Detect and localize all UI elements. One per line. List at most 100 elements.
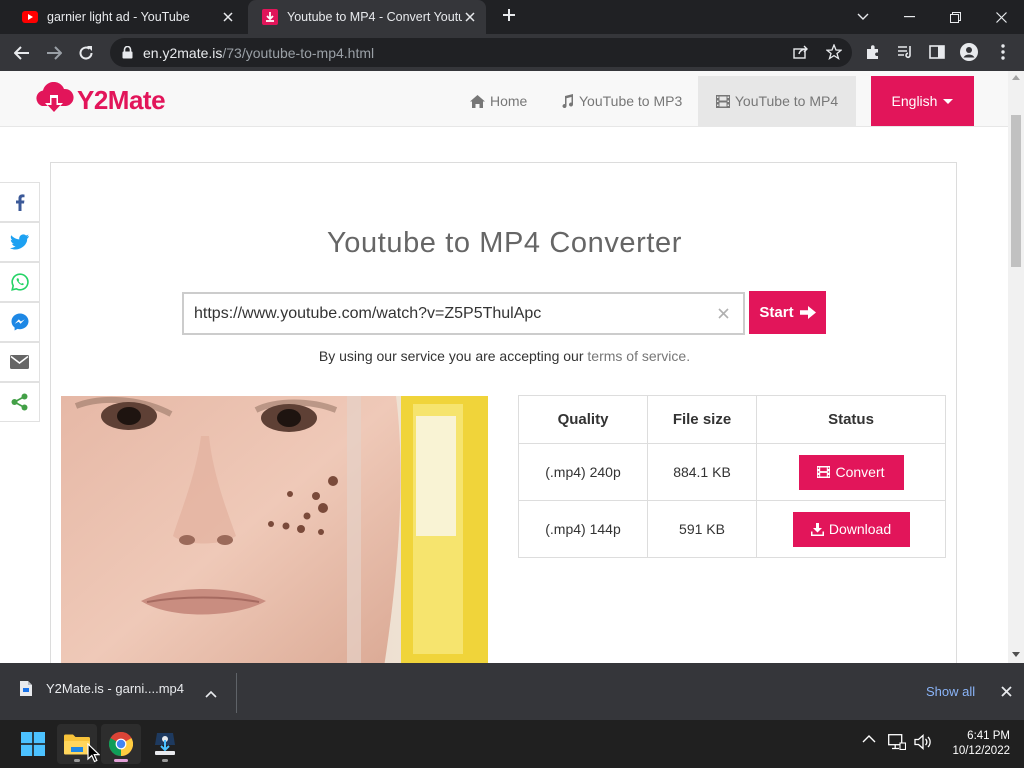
- bookmark-star-icon[interactable]: [825, 43, 843, 61]
- page-title: Youtube to MP4 Converter: [326, 227, 683, 259]
- twitter-share-button[interactable]: [0, 222, 40, 262]
- clock-date: 10/12/2022: [952, 745, 1010, 757]
- network-icon[interactable]: [888, 734, 906, 750]
- nav-home-label: Home: [490, 93, 528, 109]
- back-arrow-icon[interactable]: [8, 39, 36, 67]
- nav-mp3-label: YouTube to MP3: [579, 93, 683, 109]
- messenger-share-button[interactable]: [0, 302, 40, 342]
- clock-time: 6:41 PM: [967, 730, 1010, 742]
- scroll-up-arrow-icon[interactable]: [1012, 75, 1020, 80]
- profile-avatar-icon[interactable]: [960, 43, 978, 61]
- close-shelf-icon[interactable]: [998, 683, 1014, 699]
- column-header-status: Status: [756, 395, 946, 444]
- media-controls-icon[interactable]: [896, 43, 914, 61]
- whatsapp-share-button[interactable]: [0, 262, 40, 302]
- music-note-icon: [560, 94, 574, 108]
- installer-app-icon[interactable]: [145, 724, 185, 764]
- convert-label: Convert: [835, 464, 885, 480]
- forward-arrow-icon[interactable]: [40, 39, 68, 67]
- start-button[interactable]: Start: [749, 291, 826, 334]
- scroll-down-arrow-icon[interactable]: [1012, 652, 1020, 657]
- tab-title: Youtube to MP4 - Convert Youtu: [287, 10, 462, 24]
- terms-notice: By using our service you are accepting o…: [51, 348, 958, 364]
- arrow-right-icon: [799, 306, 816, 319]
- email-icon: [10, 355, 29, 369]
- file-icon: [20, 681, 32, 696]
- new-tab-button[interactable]: [498, 6, 520, 28]
- system-clock[interactable]: 6:41 PM 10/12/2022: [940, 729, 1010, 759]
- active-indicator: [114, 759, 128, 762]
- download-icon: [810, 522, 824, 536]
- url-text: en.y2mate.is/73/youtube-to-mp4.html: [143, 45, 374, 61]
- reload-icon[interactable]: [72, 39, 100, 67]
- shelf-divider: [236, 673, 237, 713]
- nav-youtube-to-mp4[interactable]: YouTube to MP4: [698, 76, 856, 126]
- volume-icon[interactable]: [914, 734, 932, 750]
- url-input-box[interactable]: [182, 292, 745, 335]
- file-size-cell: 884.1 KB: [647, 443, 757, 501]
- url-path: /73/youtube-to-mp4.html: [222, 44, 375, 61]
- mouse-cursor-icon: [87, 742, 101, 768]
- facebook-share-button[interactable]: [0, 182, 40, 222]
- start-label: Start: [759, 304, 794, 321]
- social-share-bar: [0, 182, 40, 422]
- scroll-thumb[interactable]: [1011, 115, 1021, 267]
- address-bar[interactable]: en.y2mate.is/73/youtube-to-mp4.html: [110, 38, 852, 67]
- caret-down-icon: [943, 98, 954, 104]
- site-logo[interactable]: Y2Mate: [33, 82, 166, 118]
- close-tab-icon[interactable]: [220, 9, 236, 25]
- download-options-chevron-icon[interactable]: [205, 685, 217, 703]
- youtube-favicon-icon: [22, 9, 38, 25]
- running-indicator: [74, 759, 80, 762]
- url-host: en.y2mate.is: [143, 44, 223, 61]
- facebook-icon: [15, 193, 24, 211]
- browser-menu-icon[interactable]: [994, 43, 1012, 61]
- clear-input-icon[interactable]: [718, 303, 729, 324]
- page-scrollbar[interactable]: [1008, 71, 1024, 663]
- share-page-icon[interactable]: [792, 43, 810, 61]
- messenger-icon: [11, 313, 28, 331]
- extensions-icon[interactable]: [864, 43, 882, 61]
- terms-text: By using our service you are accepting o…: [318, 348, 584, 364]
- downloads-shelf: Y2Mate.is - garni....mp4 Show all: [0, 663, 1024, 720]
- converter-panel: Youtube to MP4 Converter Start By using …: [50, 162, 957, 663]
- quality-cell: (.mp4) 240p: [518, 443, 648, 501]
- column-header-quality: Quality: [518, 395, 648, 444]
- windows-taskbar: 6:41 PM 10/12/2022: [0, 720, 1024, 768]
- video-thumbnail: [61, 396, 488, 663]
- download-label: Download: [828, 521, 892, 537]
- show-hidden-icons-chevron-icon[interactable]: [862, 734, 876, 743]
- tab-youtube[interactable]: garnier light ad - YouTube: [8, 0, 244, 34]
- table-header-row: Quality File size Status: [518, 395, 946, 444]
- home-icon: [470, 94, 485, 108]
- nav-youtube-to-mp3[interactable]: YouTube to MP3: [560, 76, 682, 126]
- convert-button[interactable]: Convert: [798, 454, 904, 490]
- tab-y2mate[interactable]: Youtube to MP4 - Convert Youtu: [248, 0, 486, 34]
- nav-home[interactable]: Home: [470, 76, 527, 126]
- restore-icon[interactable]: [932, 0, 978, 34]
- language-dropdown-button[interactable]: English: [871, 76, 974, 126]
- generic-share-button[interactable]: [0, 382, 40, 422]
- url-input[interactable]: [184, 294, 704, 333]
- site-navbar: Y2Mate Home YouTube to MP3 YouTube to MP…: [0, 71, 1008, 127]
- windows-start-icon[interactable]: [13, 724, 53, 764]
- close-tab-icon[interactable]: [462, 9, 478, 25]
- minimize-icon[interactable]: [886, 0, 932, 34]
- status-cell: Download: [756, 500, 946, 558]
- terms-of-service-link[interactable]: terms of service.: [587, 348, 690, 364]
- email-share-button[interactable]: [0, 342, 40, 382]
- chrome-icon[interactable]: [101, 724, 141, 764]
- language-label: English: [891, 93, 938, 109]
- lock-icon[interactable]: [122, 46, 133, 59]
- cloud-download-logo-icon: [36, 82, 74, 113]
- download-button[interactable]: Download: [792, 511, 910, 547]
- video-thumbnail-image: [61, 396, 488, 663]
- browser-toolbar: en.y2mate.is/73/youtube-to-mp4.html: [0, 34, 1024, 71]
- show-all-downloads-link[interactable]: Show all: [926, 684, 975, 699]
- quality-cell: (.mp4) 144p: [518, 500, 648, 558]
- download-item[interactable]: Y2Mate.is - garni....mp4: [20, 681, 184, 696]
- close-window-icon[interactable]: [978, 0, 1024, 34]
- side-panel-icon[interactable]: [928, 43, 946, 61]
- share-icon: [11, 393, 28, 411]
- tab-search-chevron-icon[interactable]: [840, 0, 886, 34]
